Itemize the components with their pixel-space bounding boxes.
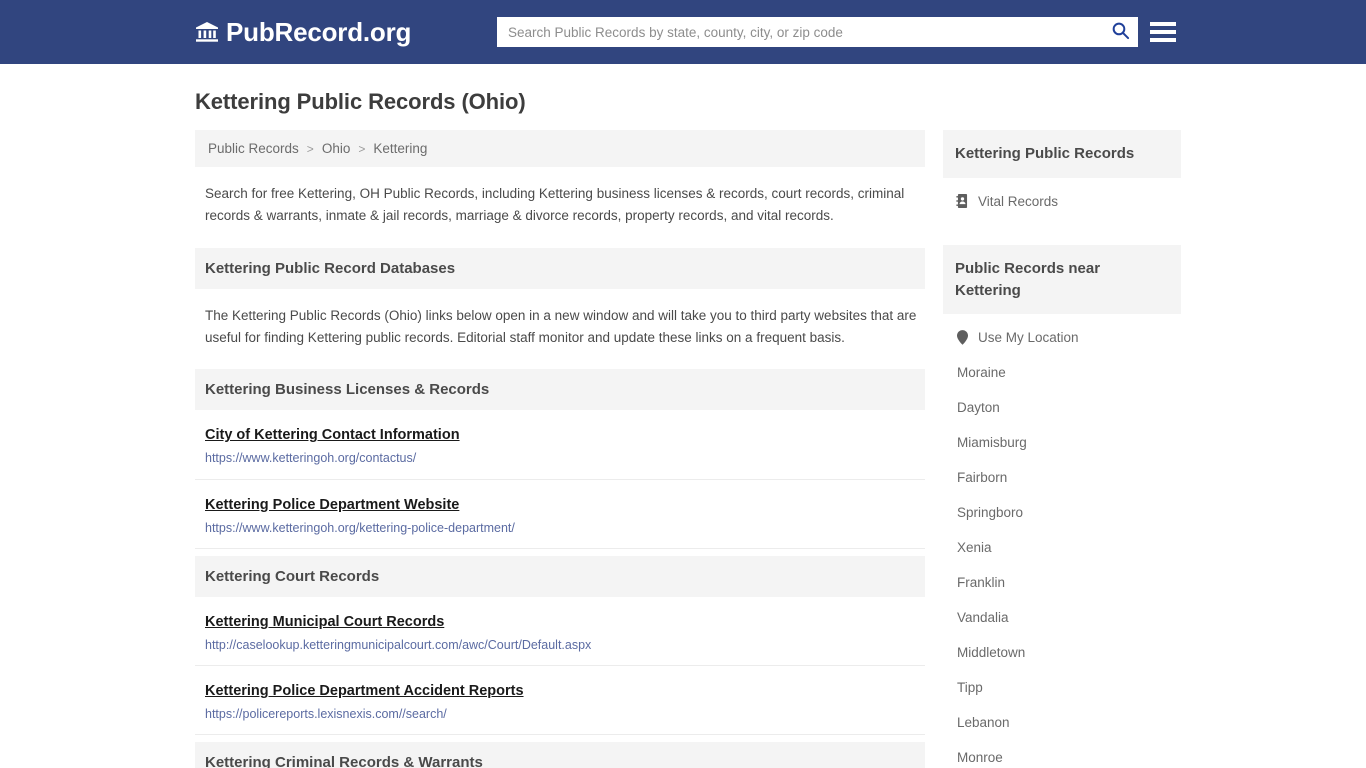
sidebar-records-heading: Kettering Public Records: [943, 130, 1181, 178]
breadcrumb-item[interactable]: Ohio: [319, 141, 354, 156]
breadcrumb: Public Records > Ohio > Kettering: [195, 130, 925, 167]
sidebar-item-vital-records[interactable]: Vital Records: [943, 184, 1181, 219]
record-link-title[interactable]: City of Kettering Contact Information: [205, 427, 460, 443]
nearby-city-label: Monroe: [957, 750, 1003, 766]
bank-building-icon: [195, 20, 219, 44]
search-icon: [1111, 21, 1130, 43]
nearby-city-label: Fairborn: [957, 470, 1008, 486]
nearby-city-item[interactable]: Moraine: [943, 355, 1181, 390]
address-book-icon: [955, 194, 969, 209]
search-input[interactable]: [498, 18, 1103, 46]
record-link-row: Kettering Police Department Website https…: [195, 480, 925, 549]
record-link-row: Kettering Municipal Court Records http://…: [195, 597, 925, 667]
record-link-url[interactable]: https://policereports.lexisnexis.com//se…: [205, 706, 915, 722]
section-heading: Kettering Criminal Records & Warrants: [195, 742, 925, 768]
nearby-city-label: Xenia: [957, 540, 992, 556]
main-content: Public Records > Ohio > Kettering Search for…: [195, 130, 925, 768]
intro-paragraph: Search for free Kettering, OH Public Rec…: [205, 186, 905, 223]
nearby-city-label: Springboro: [957, 505, 1024, 521]
nearby-city-item[interactable]: Tipp: [943, 670, 1181, 705]
nearby-city-label: Franklin: [957, 575, 1006, 591]
nearby-city-label: Moraine: [957, 365, 1006, 381]
record-link-row: Kettering Police Department Accident Rep…: [195, 666, 925, 736]
site-logo-link[interactable]: PubRecord.org: [195, 19, 411, 45]
record-sections: Kettering Business Licenses & Records Cit…: [195, 369, 925, 768]
page-body: Kettering Public Records (Ohio) Public R…: [0, 89, 1366, 768]
site-logo-text: PubRecord.org: [226, 17, 412, 47]
databases-section-body: The Kettering Public Records (Ohio) link…: [205, 307, 917, 345]
breadcrumb-separator: >: [306, 141, 314, 156]
nearby-city-item[interactable]: Dayton: [943, 390, 1181, 425]
nearby-city-label: Lebanon: [957, 715, 1010, 731]
nearby-city-item[interactable]: Miamisburg: [943, 425, 1181, 460]
nearby-city-label: Tipp: [957, 680, 983, 696]
nearby-city-item[interactable]: Springboro: [943, 495, 1181, 530]
nearby-city-item[interactable]: Lebanon: [943, 705, 1181, 740]
nearby-city-item[interactable]: Monroe: [943, 740, 1181, 768]
nearby-city-item[interactable]: Xenia: [943, 530, 1181, 565]
record-link-url[interactable]: https://www.ketteringoh.org/kettering-po…: [205, 520, 915, 536]
record-link-title[interactable]: Kettering Police Department Website: [205, 497, 459, 513]
content-columns: Public Records > Ohio > Kettering Search for…: [195, 130, 1181, 768]
nearby-city-label: Miamisburg: [957, 435, 1027, 451]
nearby-city-item[interactable]: Middletown: [943, 635, 1181, 670]
breadcrumb-separator: >: [358, 141, 366, 156]
nearby-city-label: Dayton: [957, 400, 1000, 416]
breadcrumb-item[interactable]: Public Records: [205, 141, 302, 156]
nearby-city-item[interactable]: Vandalia: [943, 600, 1181, 635]
search-bar: [497, 17, 1138, 47]
record-link-url[interactable]: https://www.ketteringoh.org/contactus/: [205, 450, 915, 466]
record-link-url[interactable]: http://caselookup.ketteringmunicipalcour…: [205, 637, 915, 653]
record-link-title[interactable]: Kettering Municipal Court Records: [205, 614, 444, 630]
sidebar-item-label: Use My Location: [978, 330, 1079, 346]
record-link-title[interactable]: Kettering Police Department Accident Rep…: [205, 683, 524, 699]
breadcrumb-item[interactable]: Kettering: [370, 141, 430, 156]
sidebar-item-label: Vital Records: [978, 193, 1059, 209]
record-link-row: City of Kettering Contact Information htt…: [195, 410, 925, 480]
site-header: PubRecord.org: [0, 0, 1366, 64]
page-title: Kettering Public Records (Ohio): [195, 89, 526, 114]
sidebar-nearby-heading: Public Records near Kettering: [943, 244, 1181, 315]
section-heading: Kettering Court Records: [195, 555, 925, 597]
databases-section-heading: Kettering Public Record Databases: [195, 247, 925, 289]
search-button[interactable]: [1103, 18, 1137, 46]
nearby-city-label: Vandalia: [957, 610, 1009, 626]
sidebar-nearby-list: Use My Location Moraine Dayton Miamisburg F…: [943, 314, 1181, 768]
nearby-city-item[interactable]: Franklin: [943, 565, 1181, 600]
hamburger-menu-icon[interactable]: [1150, 18, 1176, 46]
sidebar-records-list: Vital Records: [943, 178, 1181, 219]
map-pin-icon: [955, 330, 969, 346]
sidebar: Kettering Public Records Vital Records P…: [943, 130, 1181, 768]
nearby-city-label: Middletown: [957, 645, 1026, 661]
nearby-city-item[interactable]: Fairborn: [943, 460, 1181, 495]
sidebar-item-use-my-location[interactable]: Use My Location: [943, 320, 1181, 355]
section-heading: Kettering Business Licenses & Records: [195, 369, 925, 411]
nearby-city-list: Moraine Dayton Miamisburg Fairborn Springbor…: [943, 355, 1181, 768]
